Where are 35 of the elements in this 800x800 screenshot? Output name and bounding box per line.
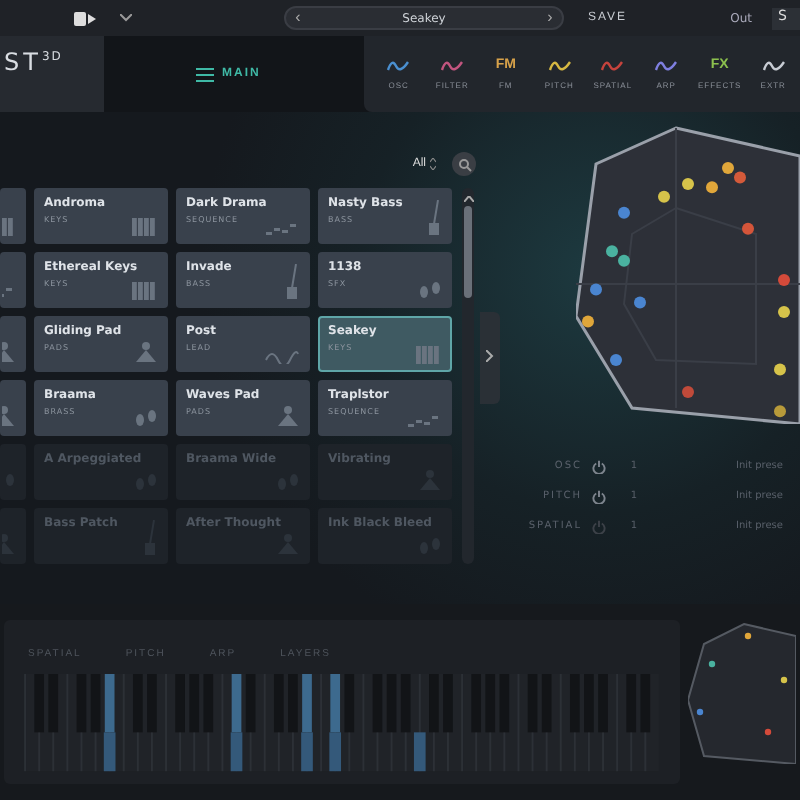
power-icon[interactable] [592,459,606,473]
module-icon [440,58,465,74]
keys-icon [414,344,442,364]
keys-icon [130,216,158,236]
module-icon [761,58,786,74]
module-icon [547,58,572,74]
wave-icon [264,348,300,364]
previous-button[interactable]: ‹ [286,8,310,28]
footprints-icon [134,408,158,428]
chevron-icon [486,350,494,362]
steps-icon [406,412,442,428]
footprints-icon [418,280,442,300]
mini-spatial-map-drawing[interactable] [688,620,796,764]
caret-icon[interactable] [463,196,473,202]
search-button[interactable] [452,152,476,176]
figure-icon [276,404,300,428]
power-icon[interactable] [592,489,606,503]
next-button[interactable]: › [538,8,562,28]
spatial-map-drawing[interactable] [576,124,800,424]
scrollbar[interactable] [462,188,474,564]
guitar-icon [426,200,442,236]
menu-icon [196,67,214,81]
figure-icon [134,340,158,364]
module-icon [386,58,411,74]
module-icon [600,58,625,74]
sort-icon [430,158,436,170]
logo: ST$^{3D}$ [4,48,63,76]
guitar-icon [284,264,300,300]
preset-card[interactable] [0,188,26,244]
steps-icon [264,220,300,236]
module-icon [654,58,679,74]
search-icon [457,157,471,171]
keys-icon [130,280,158,300]
preset-card[interactable] [0,316,26,372]
preset-card[interactable] [0,380,26,436]
